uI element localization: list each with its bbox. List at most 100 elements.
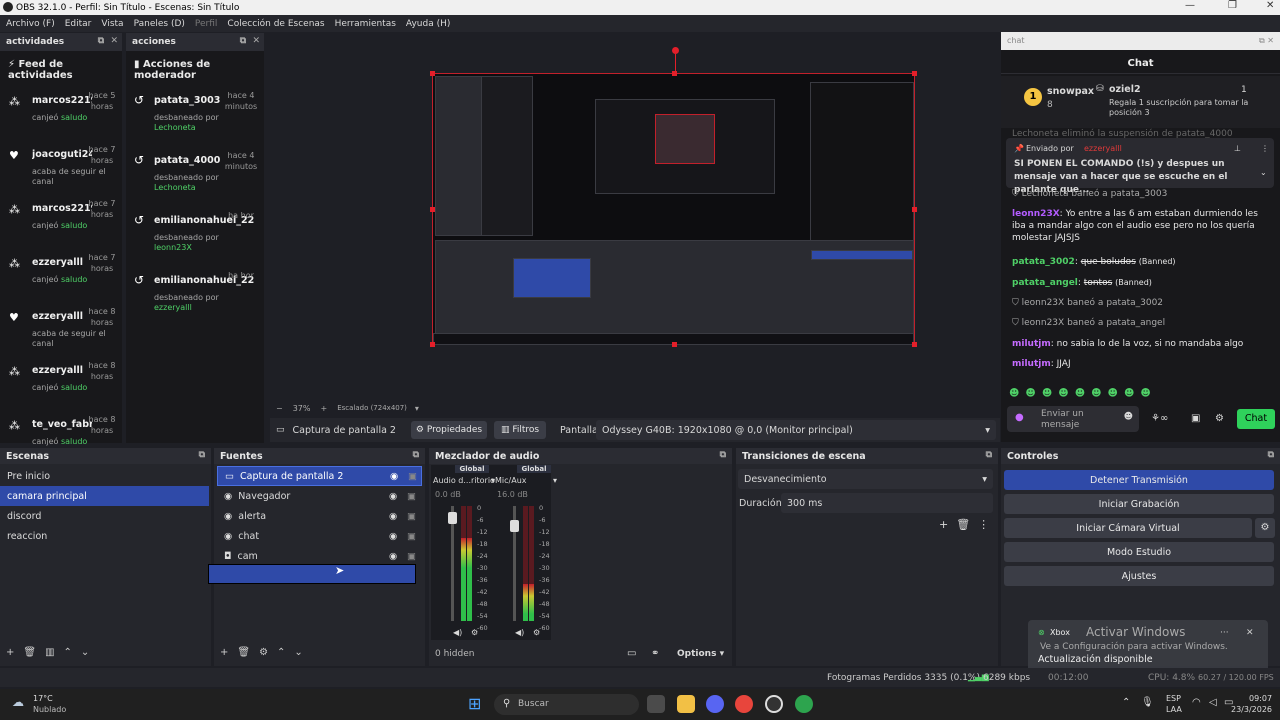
scene-item[interactable]: discord: [0, 506, 209, 526]
dock-float-icon[interactable]: ⧉ ✕: [240, 36, 260, 46]
maximize-icon[interactable]: ❐: [1228, 0, 1237, 11]
menu-archivo[interactable]: Archivo (F): [6, 19, 55, 29]
start-recording-button[interactable]: Iniciar Grabación: [1004, 494, 1274, 514]
dock-icon[interactable]: ⧉: [720, 450, 726, 460]
points-icon[interactable]: ⚘∞: [1151, 413, 1168, 424]
chat-send-button[interactable]: Chat: [1237, 409, 1275, 429]
duration-input[interactable]: 300 ms: [781, 493, 993, 513]
mixer-options-button[interactable]: Options ▾: [677, 649, 724, 659]
activity-user[interactable]: joacoguti24: [32, 149, 92, 160]
mixer-channel-name[interactable]: Audio d...ritorio: [433, 476, 495, 485]
activity-user[interactable]: marcos2219: [32, 203, 92, 214]
eye-icon[interactable]: ◉: [389, 511, 397, 522]
resize-handle[interactable]: [672, 342, 677, 347]
notification-close-icon[interactable]: ✕: [1246, 628, 1254, 638]
more-icon[interactable]: ⋮: [1261, 144, 1269, 153]
chat-user[interactable]: leonn23X: [1012, 209, 1060, 219]
pinned-message[interactable]: 📌 Enviado por ezzeryalll ⊥ ⋮ SI PONEN EL…: [1006, 138, 1274, 195]
resize-handle[interactable]: [912, 207, 917, 212]
scene-item[interactable]: camara principal: [0, 486, 209, 506]
close-icon[interactable]: ✕: [1266, 0, 1274, 11]
scene-item[interactable]: Pre inicio: [0, 466, 209, 486]
explorer-icon[interactable]: [677, 695, 695, 713]
source-item[interactable]: ◘ cam ◉ ▣: [217, 546, 422, 566]
lock-icon[interactable]: ▣: [408, 471, 417, 482]
chat-user[interactable]: milutjm: [1012, 339, 1051, 349]
link-icon[interactable]: ⚭: [651, 648, 659, 659]
mixer-channel-name[interactable]: Mic/Aux: [495, 476, 527, 485]
dock-icon[interactable]: ⧉: [199, 450, 205, 460]
studio-mode-button[interactable]: Modo Estudio: [1004, 542, 1274, 562]
menu-coleccion[interactable]: Colección de Escenas: [227, 19, 324, 29]
audio-settings-icon[interactable]: ⚙: [471, 628, 478, 637]
expand-icon[interactable]: ⌄: [1260, 168, 1267, 177]
chat-target-user[interactable]: patata_3003: [1111, 189, 1168, 199]
activity-user[interactable]: marcos2219: [32, 95, 92, 106]
dock-icon[interactable]: ⧉: [1268, 450, 1274, 460]
discord-icon[interactable]: [706, 695, 724, 713]
start-icon[interactable]: ⊞: [468, 694, 481, 713]
emoji-icon[interactable]: ☻: [1124, 412, 1133, 422]
obs-icon[interactable]: [765, 695, 783, 713]
filters-button[interactable]: ▥ Filtros: [494, 421, 546, 439]
source-item[interactable]: ▭ Captura de pantalla 2 ◉ ▣: [217, 466, 422, 486]
transition-toolbar[interactable]: +🗑⋮: [939, 518, 997, 531]
lock-icon[interactable]: ▣: [407, 511, 416, 522]
stop-streaming-button[interactable]: Detener Transmisión: [1004, 470, 1274, 490]
lock-icon[interactable]: ▣: [407, 491, 416, 502]
zoom-in-icon[interactable]: +: [320, 404, 327, 413]
layout-icon[interactable]: ▭: [627, 648, 636, 659]
wifi-icon[interactable]: ◠: [1192, 697, 1201, 708]
audio-settings-icon[interactable]: ⚙: [533, 628, 540, 637]
dock-icon[interactable]: ⧉: [986, 450, 992, 460]
language-code[interactable]: ESP: [1166, 694, 1181, 703]
fader-handle[interactable]: [448, 512, 457, 524]
zoom-dropdown-icon[interactable]: ▾: [415, 404, 419, 413]
taskbar-search[interactable]: ⚲ Buscar: [494, 694, 639, 715]
zoom-out-icon[interactable]: −: [276, 404, 283, 413]
emote-row[interactable]: ☻☻☻☻☻☻☻☻☻: [1009, 388, 1189, 400]
settings-icon[interactable]: ⚙: [1215, 413, 1224, 424]
fader-handle[interactable]: [510, 520, 519, 532]
chat-target-user[interactable]: patata_angel: [1106, 318, 1165, 328]
unpin-icon[interactable]: ⊥: [1234, 144, 1241, 153]
sources-toolbar[interactable]: +🗑⚙⌃⌄: [220, 647, 312, 658]
notification-more-icon[interactable]: ···: [1220, 628, 1229, 638]
resize-handle[interactable]: [430, 207, 435, 212]
xbox-taskbar-icon[interactable]: [795, 695, 813, 713]
resize-handle[interactable]: [672, 71, 677, 76]
speaker-icon[interactable]: ◀): [453, 628, 462, 637]
lock-icon[interactable]: ▣: [407, 531, 416, 542]
dock-icon[interactable]: ⧉: [413, 450, 419, 460]
clock-date[interactable]: 23/3/2026: [1231, 705, 1272, 714]
chat-target-user[interactable]: patata_3002: [1106, 298, 1163, 308]
chat-user[interactable]: patata_3002: [1012, 257, 1075, 267]
mod-target-user[interactable]: patata_3003: [154, 95, 220, 106]
settings-button[interactable]: Ajustes: [1004, 566, 1274, 586]
dock-float-icon[interactable]: ⧉ ✕: [98, 36, 118, 46]
menu-perfil[interactable]: Perfil: [195, 19, 218, 29]
menu-vista[interactable]: Vista: [101, 19, 123, 29]
transition-select[interactable]: Desvanecimiento ▾: [738, 469, 993, 489]
windows-notification[interactable]: ⊗ Xbox Activar Windows ··· ✕ Ve a Config…: [1028, 620, 1268, 672]
chat-user[interactable]: Lechoneta: [1022, 189, 1069, 199]
menu-paneles[interactable]: Paneles (D): [134, 19, 185, 29]
eye-icon[interactable]: ◉: [389, 551, 397, 562]
chat-user[interactable]: milutjm: [1012, 359, 1051, 369]
scene-item[interactable]: reaccion: [0, 526, 209, 546]
chat-user[interactable]: leonn23X: [1022, 298, 1065, 308]
chat-user[interactable]: leonn23X: [1022, 318, 1065, 328]
resize-handle[interactable]: [430, 71, 435, 76]
minimize-icon[interactable]: —: [1185, 0, 1195, 11]
activity-user[interactable]: ezzeryalll: [32, 311, 92, 322]
clock-time[interactable]: 09:07: [1249, 694, 1272, 703]
volume-icon[interactable]: ◁: [1209, 697, 1217, 708]
menu-editar[interactable]: Editar: [65, 19, 92, 29]
store-icon[interactable]: ▣: [1191, 413, 1200, 424]
virtual-camera-settings-icon[interactable]: ⚙: [1255, 518, 1275, 538]
activity-user[interactable]: te_veo_fabri: [32, 419, 92, 430]
chrome-icon[interactable]: [735, 695, 753, 713]
activity-user[interactable]: ezzeryalll: [32, 257, 92, 268]
scenes-toolbar[interactable]: +🗑▥⌃⌄: [6, 647, 98, 658]
mic-tray-icon[interactable]: 🎙: [1141, 697, 1154, 708]
